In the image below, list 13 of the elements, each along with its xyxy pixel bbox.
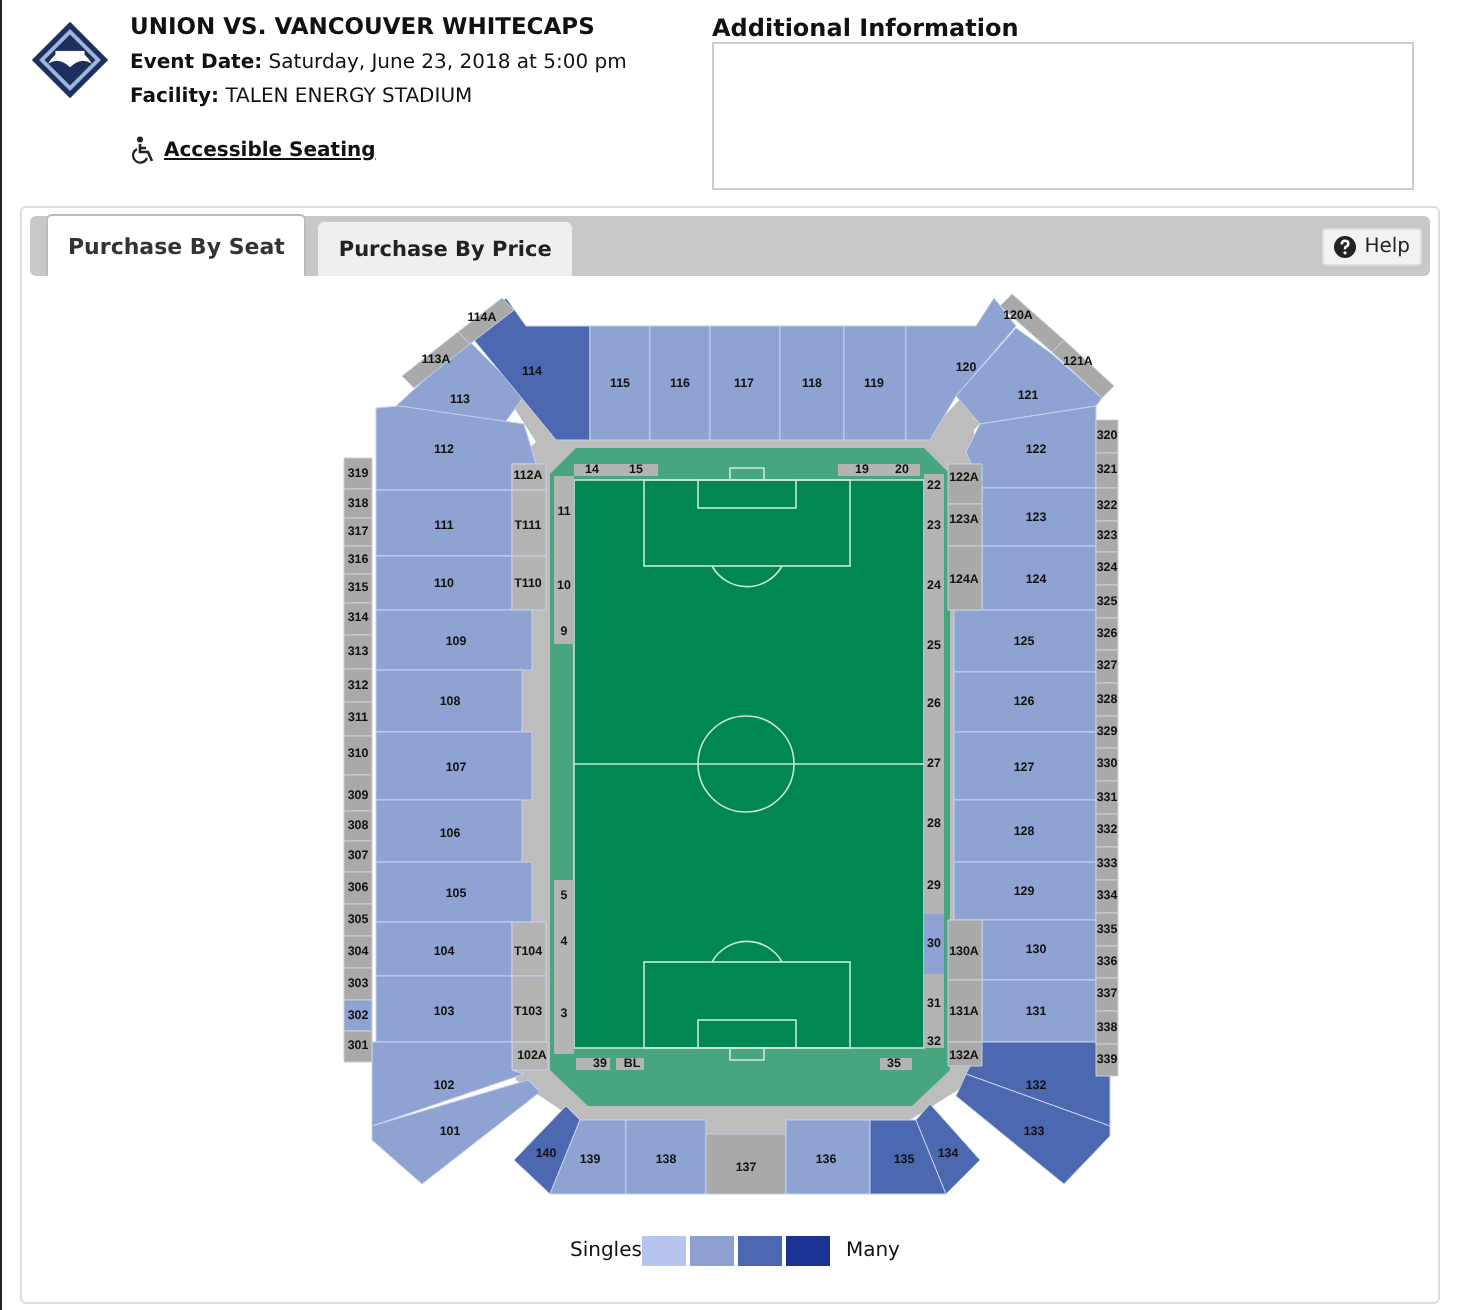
team-logo [30, 16, 110, 104]
event-title: UNION VS. VANCOUVER WHITECAPS [130, 12, 597, 40]
help-icon [1334, 235, 1357, 257]
wheelchair-icon [130, 136, 156, 164]
additional-info-title: Additional Information [712, 14, 1021, 42]
tab[interactable]: Purchase By Seat [46, 214, 307, 276]
accessible-seating-link[interactable]: Accessible Seating [164, 139, 376, 161]
event-facility: Facility: TALEN ENERGY STADIUM [130, 86, 475, 108]
help-button[interactable]: Help [1322, 227, 1422, 265]
legend-low-label: Singles [570, 1240, 642, 1262]
legend-high-label: Many [845, 1240, 900, 1262]
event-date: Event Date: Saturday, June 23, 2018 at 5:00 pm [130, 52, 627, 74]
tab[interactable]: Purchase By Price [318, 222, 572, 276]
